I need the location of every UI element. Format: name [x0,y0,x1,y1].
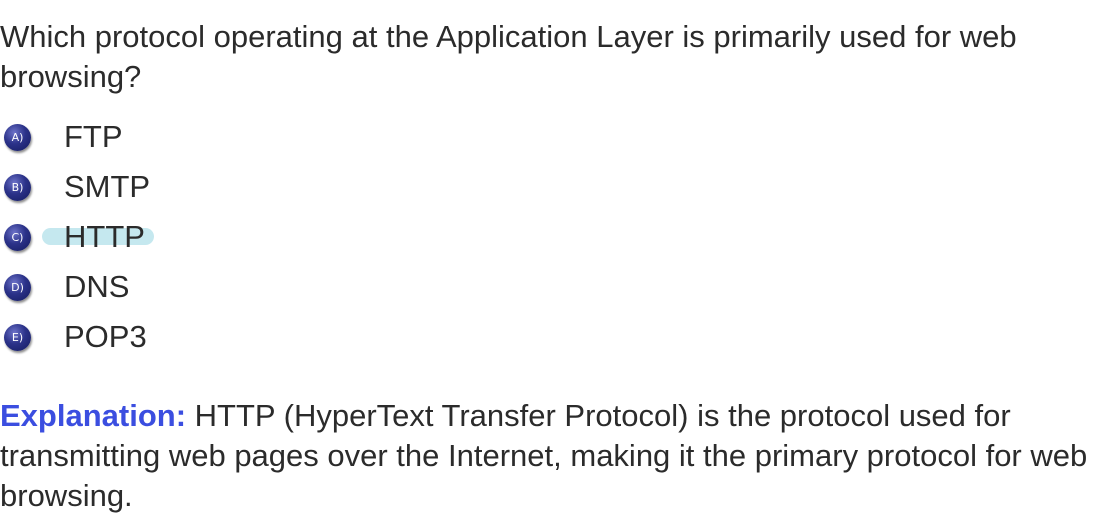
option-c-marker: C) [4,224,31,251]
explanation-label: Explanation: [0,398,187,433]
option-e-label: POP3 [64,319,147,354]
option-e-marker: E) [4,324,31,351]
question-text: Which protocol operating at the Applicat… [0,19,1017,94]
option-b-marker: B) [4,174,31,201]
option-d-marker: D) [4,274,31,301]
option-a-marker: A) [4,124,31,151]
option-b-label: SMTP [64,169,151,204]
option-c-label: HTTP [64,219,145,254]
option-d-label: DNS [64,269,130,304]
explanation-paragraph: Explanation: HTTP (HyperText Transfer Pr… [0,396,1100,516]
option-a-label: FTP [64,119,123,154]
